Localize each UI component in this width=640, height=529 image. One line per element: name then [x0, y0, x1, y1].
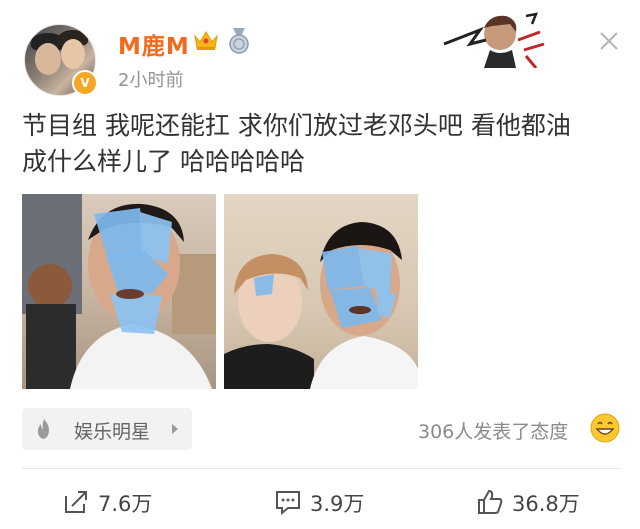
medal-icon: [229, 28, 249, 54]
flame-icon: [38, 419, 49, 439]
username[interactable]: M鹿M: [118, 27, 190, 61]
topic-tag[interactable]: 娱乐明星: [22, 408, 192, 450]
thumbs-up-icon: [478, 489, 503, 514]
post-timestamp: 2小时前: [118, 70, 184, 91]
comment-icon: [276, 491, 300, 516]
photo-content: [22, 194, 216, 389]
grin-emoji-icon[interactable]: [590, 413, 620, 443]
post-photo[interactable]: [22, 194, 216, 389]
crown-icon: [194, 31, 218, 50]
avatar-face: [61, 39, 85, 69]
share-icon: [65, 491, 87, 513]
share-count: 7.6万: [98, 492, 153, 516]
reactions-summary[interactable]: 306人发表了态度: [418, 417, 568, 444]
post-text-line: 节目组 我呢还能扛 求你们放过老邓头吧 看他都油: [22, 111, 571, 140]
verified-badge: V: [72, 70, 98, 96]
post-text: 节目组 我呢还能扛 求你们放过老邓头吧 看他都油 成什么样儿了 哈哈哈哈哈: [22, 108, 622, 180]
comment-count: 3.9万: [310, 492, 365, 516]
close-icon[interactable]: [598, 30, 620, 52]
photo-content: [224, 222, 418, 389]
like-count: 36.8万: [512, 492, 580, 516]
chevron-right-icon: [172, 424, 178, 434]
topic-tag-label: 娱乐明星: [74, 421, 151, 443]
divider: [22, 468, 620, 469]
promo-banner-image[interactable]: [440, 10, 550, 68]
avatar-face: [35, 43, 61, 75]
post-photo[interactable]: [224, 194, 418, 389]
post-text-line: 成什么样儿了 哈哈哈哈哈: [22, 147, 305, 176]
